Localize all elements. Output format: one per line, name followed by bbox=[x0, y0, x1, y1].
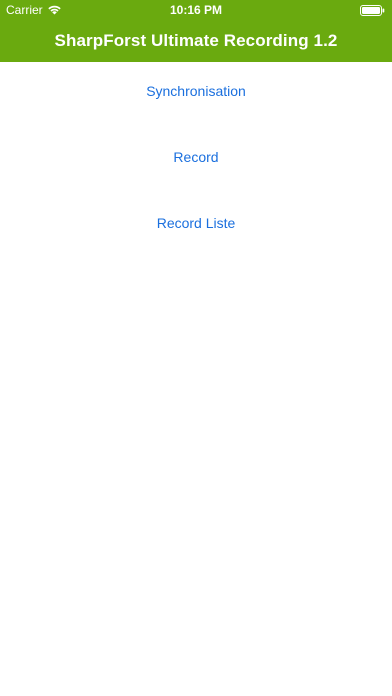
record-liste-button-label: Record Liste bbox=[156, 215, 236, 231]
battery-icon bbox=[360, 5, 385, 16]
record-button-label: Record bbox=[173, 149, 219, 165]
synchronisation-button[interactable]: Synchronisation bbox=[0, 76, 392, 106]
record-liste-button[interactable]: Record Liste bbox=[0, 208, 392, 238]
status-time: 10:16 PM bbox=[169, 3, 223, 17]
page-title: SharpForst Ultimate Recording 1.2 bbox=[54, 31, 338, 50]
status-bar: Carrier 10:16 PM bbox=[0, 0, 392, 21]
record-button[interactable]: Record bbox=[0, 142, 392, 172]
synchronisation-button-label: Synchronisation bbox=[146, 83, 246, 99]
app-header: Carrier 10:16 PM SharpForst Ultimate Rec… bbox=[0, 0, 392, 62]
